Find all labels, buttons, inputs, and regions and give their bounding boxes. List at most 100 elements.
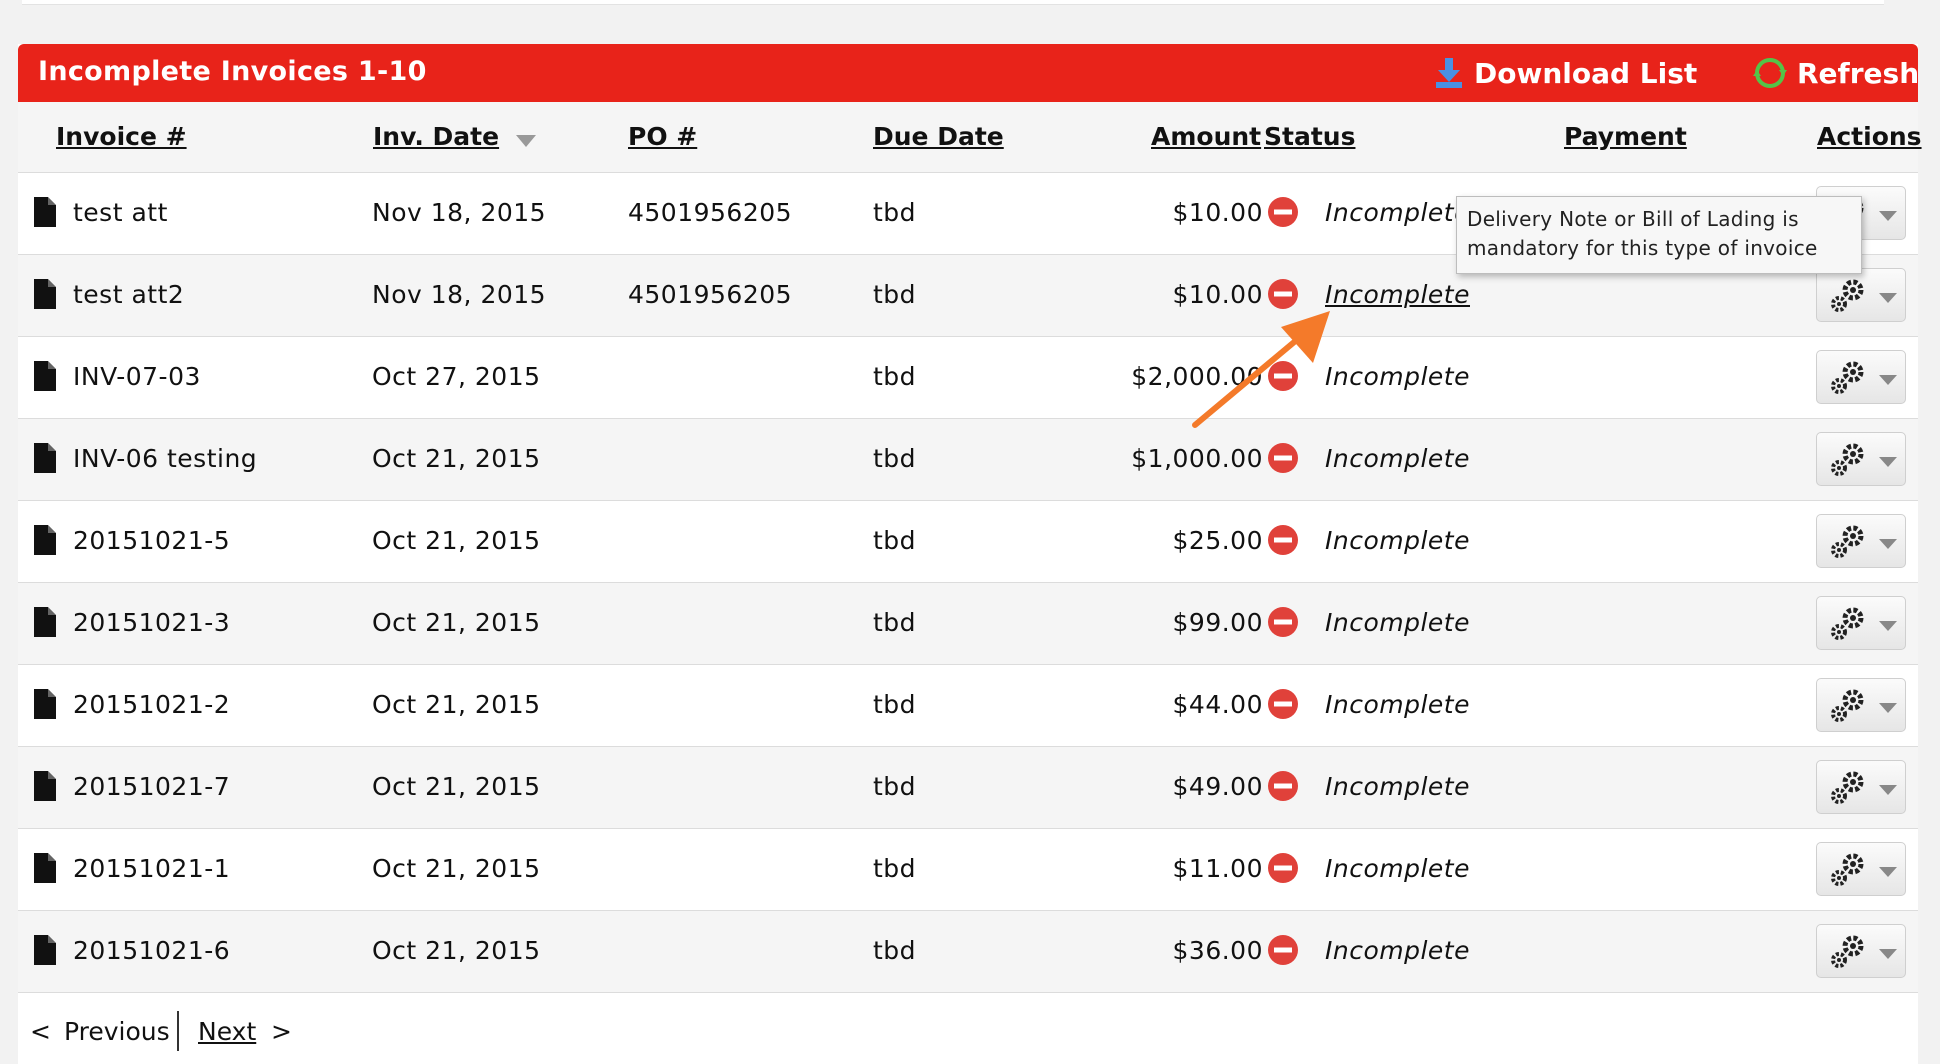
invoice-number[interactable]: INV-06 testing bbox=[73, 444, 257, 473]
amount: $25.00 bbox=[1172, 526, 1263, 555]
actions-dropdown-button[interactable] bbox=[1816, 432, 1906, 486]
gear-icon bbox=[1831, 771, 1864, 804]
actions-dropdown-button[interactable] bbox=[1816, 350, 1906, 404]
invoice-date: Oct 21, 2015 bbox=[372, 854, 541, 883]
chevron-down-icon bbox=[1879, 211, 1897, 221]
invoice-number[interactable]: 20151021-5 bbox=[73, 526, 230, 555]
gear-icon bbox=[1831, 607, 1864, 640]
status-link[interactable]: Incomplete bbox=[1325, 772, 1470, 801]
invoice-number[interactable]: 20151021-6 bbox=[73, 936, 230, 965]
status-link[interactable]: Incomplete bbox=[1325, 936, 1470, 965]
po-number: 4501956205 bbox=[628, 280, 793, 309]
column-inv-date[interactable]: Inv. Date bbox=[373, 122, 499, 151]
column-inv-date-label: Inv. Date bbox=[373, 122, 500, 151]
actions-dropdown-button[interactable] bbox=[1816, 268, 1906, 322]
gear-icon bbox=[1831, 279, 1864, 312]
stop-icon bbox=[1268, 443, 1298, 473]
invoice-number[interactable]: 20151021-7 bbox=[73, 772, 230, 801]
chevron-down-icon bbox=[1879, 949, 1897, 959]
column-due-date[interactable]: Due Date bbox=[873, 122, 1004, 151]
due-date: tbd bbox=[873, 772, 917, 801]
invoice-date: Oct 21, 2015 bbox=[372, 608, 541, 637]
due-date: tbd bbox=[873, 280, 917, 309]
stop-icon bbox=[1268, 607, 1298, 637]
document-icon bbox=[34, 689, 56, 719]
column-invoice[interactable]: Invoice # bbox=[56, 122, 187, 151]
status-link[interactable]: Incomplete bbox=[1325, 198, 1470, 227]
due-date: tbd bbox=[873, 444, 917, 473]
table-row: 20151021-5 Oct 21, 2015 tbd $25.00 Incom… bbox=[18, 501, 1918, 583]
invoice-number[interactable]: test att bbox=[73, 198, 168, 227]
next-caret: > bbox=[271, 1017, 292, 1046]
pagination: < Previous Next > bbox=[18, 1001, 1918, 1064]
chevron-down-icon bbox=[1879, 785, 1897, 795]
sort-desc-icon[interactable] bbox=[516, 135, 536, 147]
actions-dropdown-button[interactable] bbox=[1816, 924, 1906, 978]
invoice-date: Oct 21, 2015 bbox=[372, 936, 541, 965]
actions-dropdown-button[interactable] bbox=[1816, 596, 1906, 650]
column-po[interactable]: PO # bbox=[628, 122, 697, 151]
invoice-number[interactable]: 20151021-3 bbox=[73, 608, 230, 637]
tooltip-line-2: mandatory for this type of invoice bbox=[1467, 236, 1818, 260]
status-link[interactable]: Incomplete bbox=[1325, 526, 1470, 555]
gear-icon bbox=[1831, 443, 1864, 476]
gear-icon bbox=[1831, 525, 1864, 558]
po-number: 4501956205 bbox=[628, 198, 793, 227]
actions-dropdown-button[interactable] bbox=[1816, 678, 1906, 732]
due-date: tbd bbox=[873, 526, 917, 555]
invoice-date: Oct 27, 2015 bbox=[372, 362, 541, 391]
incomplete-invoices-panel: Incomplete Invoices 1-10 Download List R… bbox=[18, 44, 1922, 1064]
document-icon bbox=[34, 279, 56, 309]
stop-icon bbox=[1268, 525, 1298, 555]
chevron-down-icon bbox=[1879, 621, 1897, 631]
invoice-table-body: test att Nov 18, 2015 4501956205 tbd $10… bbox=[18, 173, 1918, 993]
next-page-link[interactable]: Next bbox=[198, 1017, 256, 1046]
actions-dropdown-button[interactable] bbox=[1816, 760, 1906, 814]
status-tooltip: Delivery Note or Bill of Lading is manda… bbox=[1456, 196, 1862, 274]
amount: $10.00 bbox=[1172, 280, 1263, 309]
previous-page-link[interactable]: Previous bbox=[64, 1017, 170, 1046]
stop-icon bbox=[1268, 853, 1298, 883]
stop-icon bbox=[1268, 197, 1298, 227]
invoice-number[interactable]: INV-07-03 bbox=[73, 362, 201, 391]
invoice-date: Oct 21, 2015 bbox=[372, 444, 541, 473]
column-actions[interactable]: Actions bbox=[1817, 122, 1922, 151]
invoice-date: Oct 21, 2015 bbox=[372, 526, 541, 555]
gear-icon bbox=[1831, 689, 1864, 722]
invoice-number[interactable]: 20151021-1 bbox=[73, 854, 230, 883]
download-list-button[interactable]: Download List bbox=[1434, 54, 1697, 92]
status-link[interactable]: Incomplete bbox=[1325, 444, 1470, 473]
refresh-icon bbox=[1753, 58, 1787, 88]
column-status[interactable]: Status bbox=[1264, 122, 1355, 151]
chevron-down-icon bbox=[1879, 457, 1897, 467]
document-icon bbox=[34, 197, 56, 227]
actions-dropdown-button[interactable] bbox=[1816, 514, 1906, 568]
invoice-number[interactable]: 20151021-2 bbox=[73, 690, 230, 719]
table-row: 20151021-3 Oct 21, 2015 tbd $99.00 Incom… bbox=[18, 583, 1918, 665]
table-row: 20151021-1 Oct 21, 2015 tbd $11.00 Incom… bbox=[18, 829, 1918, 911]
refresh-button[interactable]: Refresh bbox=[1753, 54, 1919, 92]
chevron-down-icon bbox=[1879, 375, 1897, 385]
stop-icon bbox=[1268, 935, 1298, 965]
table-row: 20151021-6 Oct 21, 2015 tbd $36.00 Incom… bbox=[18, 911, 1918, 993]
actions-dropdown-button[interactable] bbox=[1816, 842, 1906, 896]
status-link[interactable]: Incomplete bbox=[1325, 280, 1470, 309]
status-link[interactable]: Incomplete bbox=[1325, 690, 1470, 719]
column-header-row: Invoice # Inv. Date PO # Due Date Amount… bbox=[18, 102, 1922, 173]
amount: $11.00 bbox=[1172, 854, 1263, 883]
chevron-down-icon bbox=[1879, 539, 1897, 549]
table-row: 20151021-7 Oct 21, 2015 tbd $49.00 Incom… bbox=[18, 747, 1918, 829]
column-payment[interactable]: Payment bbox=[1564, 122, 1687, 151]
amount: $36.00 bbox=[1172, 936, 1263, 965]
status-link[interactable]: Incomplete bbox=[1325, 608, 1470, 637]
amount: $99.00 bbox=[1172, 608, 1263, 637]
column-amount[interactable]: Amount bbox=[1151, 122, 1261, 151]
status-link[interactable]: Incomplete bbox=[1325, 854, 1470, 883]
tooltip-line-1: Delivery Note or Bill of Lading is bbox=[1467, 207, 1799, 231]
amount: $1,000.00 bbox=[1131, 444, 1263, 473]
invoice-number[interactable]: test att2 bbox=[73, 280, 184, 309]
gear-icon bbox=[1831, 935, 1864, 968]
top-strip bbox=[22, 0, 1884, 5]
due-date: tbd bbox=[873, 936, 917, 965]
status-link[interactable]: Incomplete bbox=[1325, 362, 1470, 391]
